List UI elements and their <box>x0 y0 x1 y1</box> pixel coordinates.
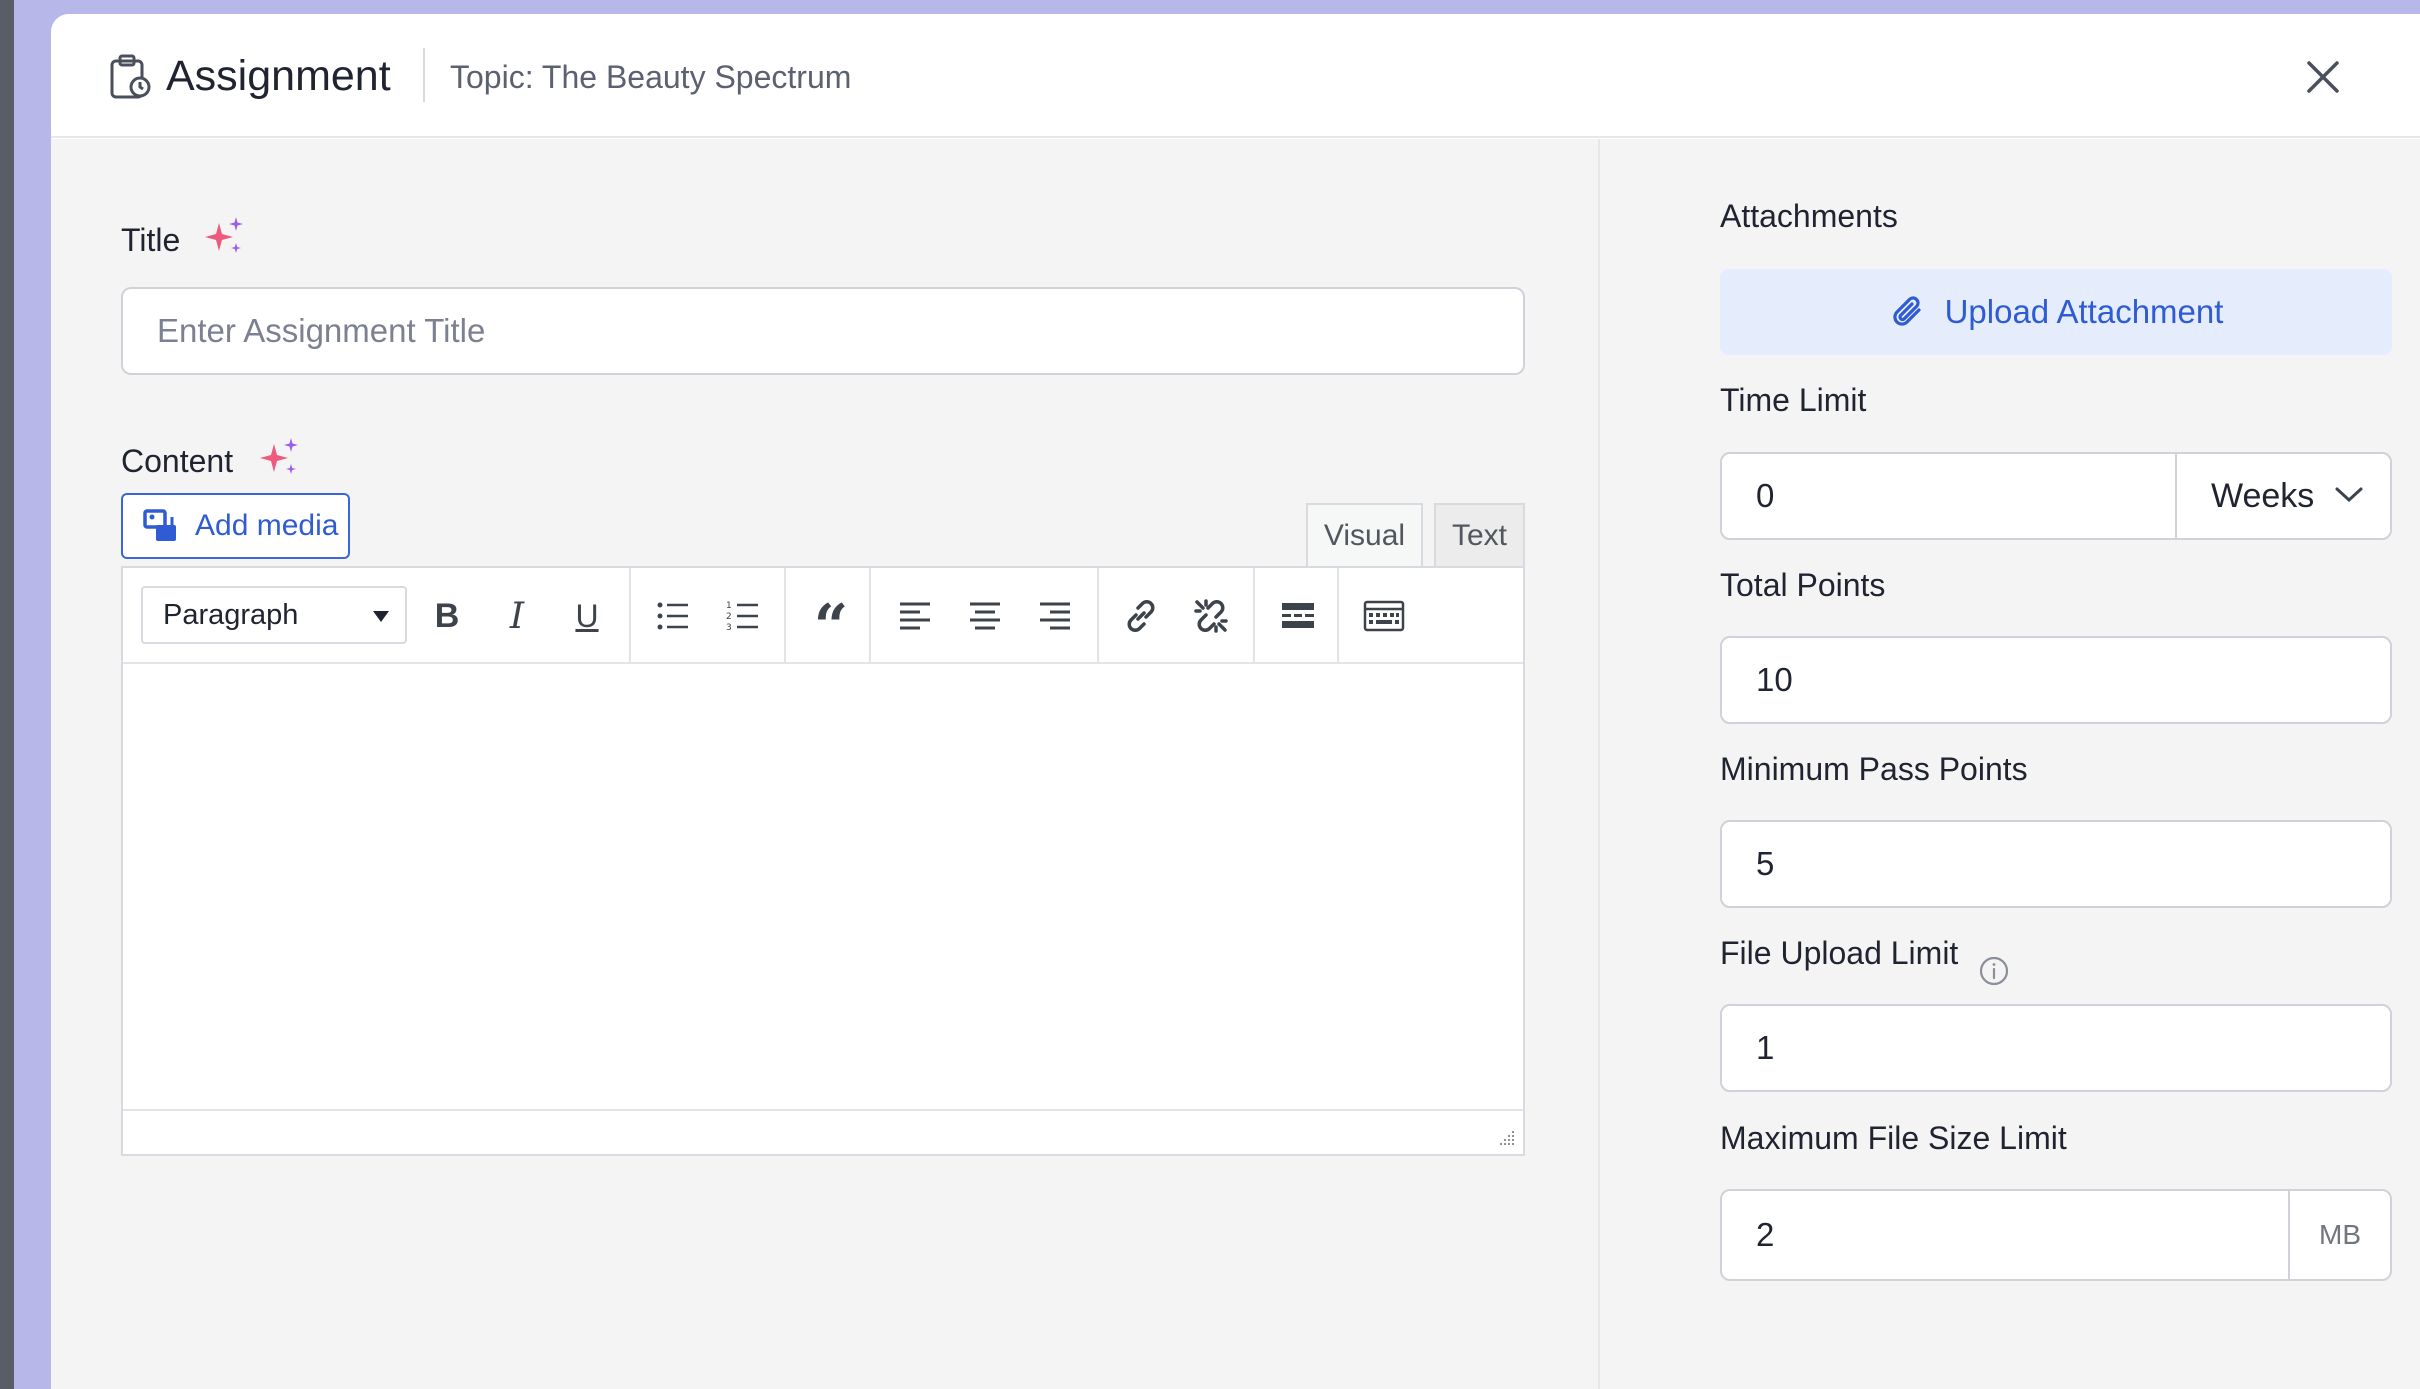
svg-text:2: 2 <box>726 612 732 622</box>
upload-attachment-button[interactable]: Upload Attachment <box>1720 269 2392 355</box>
ai-sparkle-icon[interactable] <box>258 436 302 480</box>
time-unit-select[interactable]: Weeks <box>2175 454 2390 538</box>
content-editor: Paragraph B I U 1 2 3 “ <box>121 566 1525 1156</box>
file-upload-limit-input[interactable]: 1 <box>1720 1004 2392 1092</box>
italic-icon: I <box>509 595 525 637</box>
editor-toolbar: Paragraph B I U 1 2 3 “ <box>123 568 1523 664</box>
paperclip-icon <box>1892 296 1921 326</box>
tab-text[interactable]: Text <box>1434 503 1525 567</box>
time-unit-value: Weeks <box>2211 476 2315 515</box>
toolbar-divider <box>1253 568 1255 664</box>
underline-button[interactable]: U <box>563 592 611 640</box>
title-input[interactable]: Enter Assignment Title <box>121 287 1525 375</box>
content-label: Content <box>121 443 234 479</box>
min-pass-points-input[interactable]: 5 <box>1720 820 2392 908</box>
format-select-value: Paragraph <box>163 598 299 631</box>
blockquote-button[interactable]: “ <box>807 592 855 657</box>
info-icon[interactable] <box>1978 955 2010 987</box>
quote-icon: “ <box>813 592 849 662</box>
align-center-button[interactable] <box>961 592 1009 640</box>
backdrop-left-strip <box>0 0 14 1389</box>
max-file-size-label: Maximum File Size Limit <box>1720 1120 2067 1156</box>
time-limit-label: Time Limit <box>1720 382 1867 418</box>
keyboard-icon <box>1363 600 1405 632</box>
tab-visual[interactable]: Visual <box>1306 503 1423 567</box>
add-media-button[interactable]: Add media <box>121 493 350 559</box>
align-left-button[interactable] <box>891 592 939 640</box>
bullet-list-button[interactable] <box>649 592 697 640</box>
toolbar-divider <box>1337 568 1339 664</box>
insert-link-button[interactable] <box>1117 592 1165 640</box>
assignment-modal: Assignment Topic: The Beauty Spectrum Ti… <box>51 14 2420 1389</box>
svg-text:3: 3 <box>726 623 732 633</box>
total-points-input[interactable]: 10 <box>1720 636 2392 724</box>
chevron-down-icon <box>2335 487 2363 503</box>
italic-button[interactable]: I <box>493 592 541 640</box>
underline-icon: U <box>575 597 599 634</box>
toolbar-divider <box>784 568 786 664</box>
toolbar-toggle-button[interactable] <box>1360 592 1408 640</box>
unlink-icon <box>1194 599 1228 633</box>
total-points-label: Total Points <box>1720 567 1886 603</box>
remove-link-button[interactable] <box>1187 592 1235 640</box>
toolbar-divider <box>629 568 631 664</box>
time-limit-group: 0 Weeks <box>1720 452 2392 540</box>
bold-icon: B <box>434 596 460 635</box>
clipboard-clock-icon <box>110 54 151 99</box>
svg-text:1: 1 <box>726 601 732 611</box>
add-media-label: Add media <box>195 509 339 542</box>
backdrop-top-strip <box>14 0 2420 14</box>
max-file-size-group: 2 MB <box>1720 1189 2392 1281</box>
modal-title: Assignment <box>166 52 391 100</box>
read-more-icon <box>1282 603 1314 628</box>
attachments-label: Attachments <box>1720 198 1898 234</box>
resize-handle-icon[interactable] <box>1495 1126 1517 1148</box>
caret-down-icon <box>373 611 389 622</box>
align-right-icon <box>1040 602 1070 630</box>
numbered-list-icon: 1 2 3 <box>726 601 758 633</box>
toolbar-divider <box>869 568 871 664</box>
bold-button[interactable]: B <box>423 592 471 640</box>
title-label: Title <box>121 222 181 258</box>
format-select[interactable]: Paragraph <box>141 586 407 644</box>
ai-sparkle-icon[interactable] <box>203 215 247 259</box>
close-icon[interactable] <box>2303 57 2343 97</box>
bullet-list-icon <box>657 602 688 630</box>
link-icon <box>1127 600 1155 632</box>
align-left-icon <box>900 602 930 630</box>
file-upload-limit-label: File Upload Limit <box>1720 935 1959 971</box>
topic-label: Topic: The Beauty Spectrum <box>450 59 852 95</box>
file-size-unit: MB <box>2288 1191 2390 1279</box>
header-divider <box>423 48 425 102</box>
toolbar-divider <box>1097 568 1099 664</box>
modal-header: Assignment Topic: The Beauty Spectrum <box>51 14 2420 138</box>
upload-attachment-label: Upload Attachment <box>1944 293 2224 330</box>
main-content: Title Enter Assignment Title Content Add… <box>51 139 1598 1389</box>
media-icon <box>143 509 176 541</box>
time-limit-input[interactable]: 0 <box>1722 454 2175 538</box>
read-more-button[interactable] <box>1274 592 1322 640</box>
max-file-size-input[interactable]: 2 <box>1722 1191 2288 1279</box>
editor-text-area[interactable] <box>123 666 1523 1109</box>
align-right-button[interactable] <box>1031 592 1079 640</box>
editor-status-bar <box>123 1109 1523 1154</box>
align-center-icon <box>970 602 1000 630</box>
min-pass-points-label: Minimum Pass Points <box>1720 751 2028 787</box>
numbered-list-button[interactable]: 1 2 3 <box>719 592 767 640</box>
